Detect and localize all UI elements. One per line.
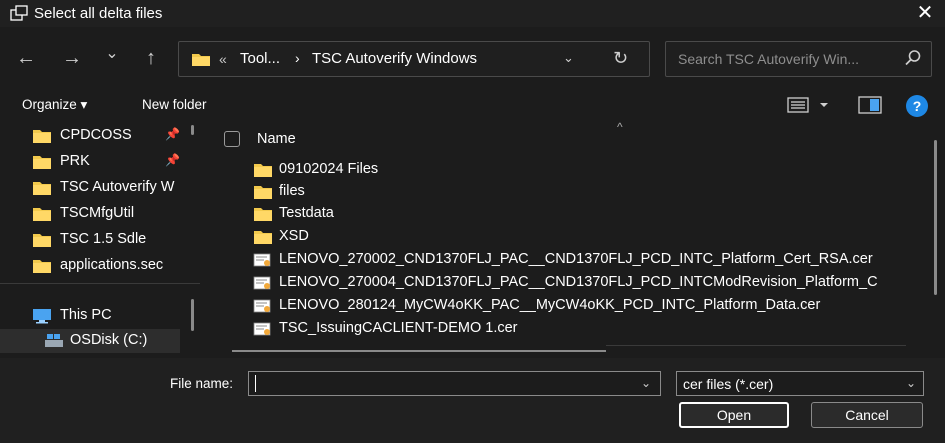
search-icon[interactable] — [904, 49, 922, 67]
recent-locations-button[interactable]: ⌄ — [98, 40, 126, 68]
list-item[interactable]: TSC_IssuingCACLIENT-DEMO 1.cer — [245, 318, 935, 340]
file-name: Testdata — [279, 205, 334, 221]
list-item[interactable]: XSD — [245, 226, 935, 248]
file-name-combobox[interactable]: ⌄ — [248, 371, 661, 396]
window-app-icon — [10, 5, 28, 21]
forward-button[interactable]: → — [58, 44, 86, 72]
chevron-down-icon[interactable]: ⌄ — [641, 376, 651, 390]
sidebar-item-osdisk[interactable]: OSDisk (C:) — [0, 329, 180, 353]
address-history-dropdown[interactable]: ⌄ — [563, 50, 574, 66]
folder-icon — [33, 130, 51, 143]
file-name: LENOVO_270004_CND1370FLJ_PAC__CND1370FLJ… — [279, 274, 878, 290]
sidebar-item-label: applications.sec — [60, 257, 164, 273]
cancel-button[interactable]: Cancel — [811, 402, 923, 428]
certificate-icon — [253, 276, 271, 290]
folder-icon — [192, 54, 210, 66]
file-type-select[interactable]: cer files (*.cer) ⌄ — [676, 371, 924, 396]
sidebar-divider — [0, 283, 200, 284]
view-options-icon[interactable] — [787, 95, 833, 115]
preview-pane-icon[interactable] — [858, 95, 882, 115]
folder-icon — [254, 186, 272, 199]
sidebar-item-cpdcoss[interactable]: CPDCOSS 📌 — [0, 124, 200, 148]
open-button[interactable]: Open — [679, 402, 789, 428]
close-button[interactable]: ✕ — [912, 2, 938, 24]
select-all-checkbox[interactable] — [224, 131, 240, 147]
sidebar-item-tscmfgutil[interactable]: TSCMfgUtil — [0, 202, 200, 226]
list-item[interactable]: files — [245, 181, 935, 203]
list-item[interactable]: Testdata — [245, 203, 935, 225]
sidebar-item-tsc-autoverify[interactable]: TSC Autoverify W — [0, 176, 200, 200]
address-bar[interactable]: « Tool... › TSC Autoverify Windows ⌄ ↻ — [178, 41, 650, 77]
file-list-horizontal-scrollbar[interactable] — [232, 350, 606, 352]
file-name: XSD — [279, 228, 309, 244]
back-button[interactable]: ← — [12, 44, 40, 72]
drive-icon — [45, 334, 63, 347]
up-button[interactable]: ↑ — [137, 44, 165, 72]
refresh-icon[interactable]: ↻ — [613, 48, 628, 69]
sort-indicator: ^ — [617, 120, 623, 134]
sidebar-item-label: This PC — [60, 307, 112, 323]
folder-icon — [254, 208, 272, 221]
folder-icon — [33, 156, 51, 169]
help-icon[interactable]: ? — [906, 95, 928, 117]
window-title: Select all delta files — [34, 5, 163, 22]
certificate-icon — [253, 322, 271, 336]
new-folder-button[interactable]: New folder — [142, 97, 207, 112]
sidebar-item-label: TSC Autoverify W — [60, 179, 175, 195]
column-header-name[interactable]: Name — [257, 131, 296, 147]
sidebar-item-label: TSC 1.5 Sdle — [60, 231, 147, 247]
certificate-icon — [253, 253, 271, 267]
file-name: 09102024 Files — [279, 161, 379, 177]
certificate-icon — [253, 299, 271, 313]
folder-icon — [254, 164, 272, 177]
folder-icon — [254, 231, 272, 244]
list-item[interactable]: 09102024 Files — [245, 159, 935, 181]
folder-icon — [33, 234, 51, 247]
horizontal-scroll-track — [606, 345, 906, 346]
file-type-value: cer files (*.cer) — [683, 376, 774, 392]
folder-icon — [33, 260, 51, 273]
sidebar-item-label: TSCMfgUtil — [60, 205, 135, 221]
pin-icon[interactable]: 📌 — [165, 153, 180, 167]
file-name: LENOVO_280124_MyCW4oKK_PAC__MyCW4oKK_PCD… — [279, 297, 821, 313]
sidebar-item-prk[interactable]: PRK 📌 — [0, 150, 200, 174]
file-name-input[interactable] — [255, 375, 625, 392]
chevron-down-icon[interactable]: ⌄ — [906, 376, 916, 390]
file-name: files — [279, 183, 305, 199]
file-name: TSC_IssuingCACLIENT-DEMO 1.cer — [279, 320, 518, 336]
search-input[interactable] — [678, 51, 898, 67]
breadcrumb-separator[interactable]: › — [295, 50, 300, 66]
list-item[interactable]: LENOVO_270004_CND1370FLJ_PAC__CND1370FLJ… — [245, 272, 935, 294]
folder-icon — [33, 208, 51, 221]
file-name: LENOVO_270002_CND1370FLJ_PAC__CND1370FLJ… — [279, 251, 873, 267]
sidebar-item-applications[interactable]: applications.sec — [0, 254, 200, 278]
breadcrumb-current-folder[interactable]: TSC Autoverify Windows — [312, 50, 477, 67]
organize-menu-button[interactable]: Organize ▾ — [22, 97, 87, 113]
search-box[interactable] — [665, 41, 932, 77]
file-name-label: File name: — [170, 376, 234, 391]
navigation-pane: CPDCOSS 📌 PRK 📌 TSC Autoverify W TSCMfgU… — [0, 122, 205, 359]
breadcrumb-tools[interactable]: Tool... — [240, 50, 280, 67]
sidebar-item-tsc-15-sdle[interactable]: TSC 1.5 Sdle — [0, 228, 200, 252]
sidebar-item-this-pc[interactable]: This PC — [0, 304, 200, 328]
folder-icon — [33, 182, 51, 195]
computer-icon — [33, 309, 51, 324]
list-item[interactable]: LENOVO_270002_CND1370FLJ_PAC__CND1370FLJ… — [245, 249, 935, 271]
list-item[interactable]: LENOVO_280124_MyCW4oKK_PAC__MyCW4oKK_PCD… — [245, 295, 935, 317]
file-list-vertical-scrollbar[interactable] — [934, 140, 937, 295]
address-overflow-chevron[interactable]: « — [219, 51, 227, 67]
pin-icon[interactable]: 📌 — [165, 127, 180, 141]
sidebar-item-label: OSDisk (C:) — [70, 332, 148, 348]
